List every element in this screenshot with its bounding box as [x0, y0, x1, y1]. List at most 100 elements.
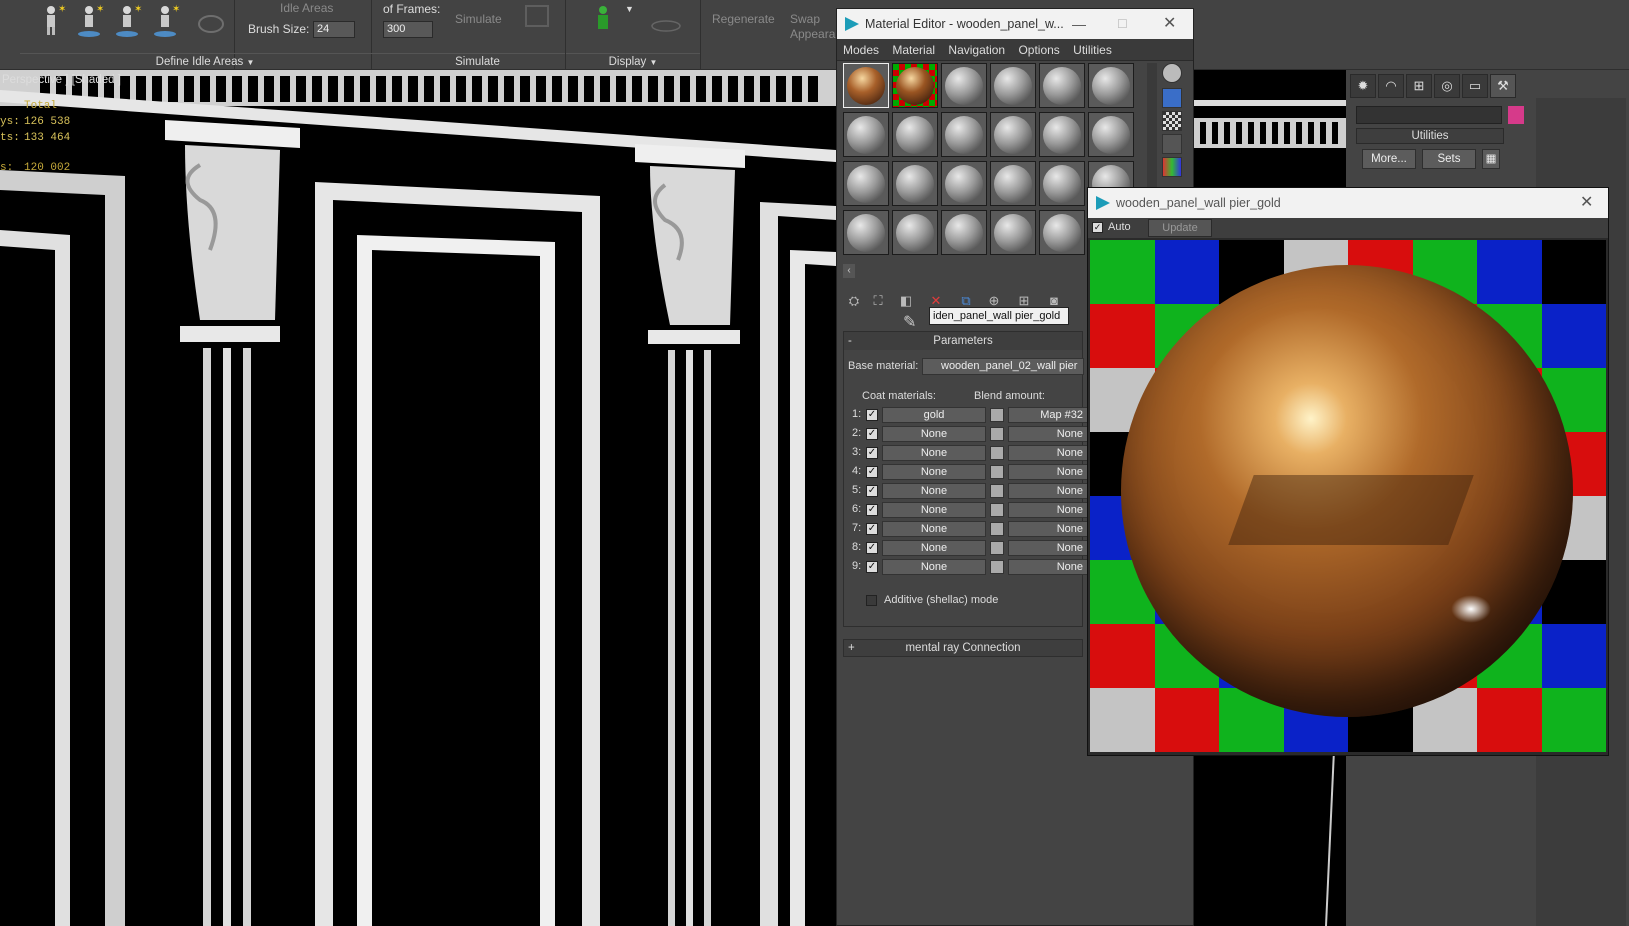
coat-material-button[interactable]: gold: [882, 407, 986, 423]
populate-figure-icon[interactable]: ✶: [38, 2, 68, 38]
sample-slot[interactable]: [1039, 161, 1085, 206]
sample-slot[interactable]: [990, 161, 1036, 206]
display-tab-icon[interactable]: ▭: [1462, 74, 1488, 98]
coat-material-button[interactable]: None: [882, 521, 986, 537]
display-dropdown-icon[interactable]: ▼: [625, 4, 634, 14]
blend-map-button[interactable]: None: [1008, 540, 1088, 556]
more-button[interactable]: More...: [1362, 149, 1416, 169]
coat-material-button[interactable]: None: [882, 540, 986, 556]
blend-color-swatch[interactable]: [990, 465, 1004, 479]
update-button[interactable]: Update: [1148, 219, 1212, 237]
sample-slot[interactable]: [941, 112, 987, 157]
swap-appearance-button[interactable]: Swap Appeara: [790, 12, 835, 42]
menu-options[interactable]: Options: [1018, 39, 1059, 61]
menu-utilities[interactable]: Utilities: [1073, 39, 1112, 61]
coat-material-button[interactable]: None: [882, 464, 986, 480]
base-material-button[interactable]: wooden_panel_02_wall pier: [922, 358, 1084, 375]
sample-slot[interactable]: [892, 210, 938, 255]
blend-color-swatch[interactable]: [990, 484, 1004, 498]
command-name-field[interactable]: [1356, 106, 1502, 124]
populate-figure-walk-icon[interactable]: ✶: [76, 2, 106, 38]
populate-figure-run-icon[interactable]: ✶: [114, 2, 144, 38]
coat-enable-checkbox[interactable]: ✓: [866, 504, 878, 516]
motion-tab-icon[interactable]: ◎: [1434, 74, 1460, 98]
sample-slot[interactable]: [1039, 112, 1085, 157]
populate-figure-idle-icon[interactable]: ✶: [152, 2, 182, 38]
sample-slot[interactable]: [990, 63, 1036, 108]
material-editor-titlebar[interactable]: Material Editor - wooden_panel_w... — ☐ …: [837, 9, 1193, 39]
blend-color-swatch[interactable]: [990, 408, 1004, 422]
coat-material-button[interactable]: None: [882, 445, 986, 461]
coat-enable-checkbox[interactable]: ✓: [866, 523, 878, 535]
display-figure-icon[interactable]: [590, 2, 620, 38]
hierarchy-tab-icon[interactable]: ⊞: [1406, 74, 1432, 98]
sample-slot[interactable]: [843, 161, 889, 206]
blend-color-swatch[interactable]: [990, 427, 1004, 441]
section-define-idle-areas[interactable]: Define Idle Areas ▼: [20, 53, 390, 69]
preview-titlebar[interactable]: wooden_panel_wall pier_gold ✕: [1088, 188, 1608, 218]
parameters-rollout-header[interactable]: - Parameters: [844, 332, 1082, 350]
section-display[interactable]: Display ▼: [566, 53, 700, 69]
sample-slot[interactable]: [941, 63, 987, 108]
coat-material-button[interactable]: None: [882, 502, 986, 518]
frames-stepper[interactable]: 300: [383, 21, 433, 38]
close-icon[interactable]: ✕: [1580, 188, 1593, 218]
configure-sets-icon[interactable]: ▦: [1482, 149, 1500, 169]
blend-map-button[interactable]: None: [1008, 559, 1088, 575]
backlight-icon[interactable]: [1162, 88, 1182, 108]
menu-modes[interactable]: Modes: [843, 39, 879, 61]
utilities-rollout[interactable]: Utilities: [1356, 128, 1504, 144]
uv-tiling-icon[interactable]: [1162, 134, 1182, 154]
perspective-viewport[interactable]: Perspective ] [Shaded ] Total ys: 126 53…: [0, 70, 836, 926]
eyedropper-icon[interactable]: ✎: [903, 312, 916, 332]
blend-map-button[interactable]: None: [1008, 483, 1088, 499]
blend-map-button[interactable]: None: [1008, 502, 1088, 518]
menu-navigation[interactable]: Navigation: [948, 39, 1005, 61]
video-color-check-icon[interactable]: [1162, 157, 1182, 177]
coat-enable-checkbox[interactable]: ✓: [866, 466, 878, 478]
menu-material[interactable]: Material: [892, 39, 935, 61]
coat-material-button[interactable]: None: [882, 559, 986, 575]
object-color-swatch[interactable]: [1508, 106, 1524, 124]
coat-enable-checkbox[interactable]: ✓: [866, 542, 878, 554]
coat-material-button[interactable]: None: [882, 426, 986, 442]
material-name-field[interactable]: iden_panel_wall pier_gold: [929, 307, 1069, 325]
create-tab-icon[interactable]: ✹: [1350, 74, 1376, 98]
sets-button[interactable]: Sets: [1422, 149, 1476, 169]
minimize-icon[interactable]: —: [1072, 9, 1086, 39]
mental-ray-rollout[interactable]: + mental ray Connection: [843, 639, 1083, 657]
sample-type-sphere-icon[interactable]: [1162, 63, 1182, 83]
put-to-scene-icon[interactable]: ⛶: [867, 291, 889, 311]
sample-slot-active[interactable]: [892, 63, 938, 108]
sample-slot[interactable]: [1039, 210, 1085, 255]
blend-map-button[interactable]: None: [1008, 464, 1088, 480]
sample-slot[interactable]: [892, 161, 938, 206]
sample-slot[interactable]: [990, 210, 1036, 255]
coat-enable-checkbox[interactable]: ✓: [866, 485, 878, 497]
sample-slot[interactable]: [843, 63, 889, 108]
coat-material-button[interactable]: None: [882, 483, 986, 499]
assign-to-selection-icon[interactable]: ◧: [895, 291, 917, 311]
blend-map-button[interactable]: None: [1008, 426, 1088, 442]
sample-slot[interactable]: [1088, 63, 1134, 108]
sample-slot[interactable]: [941, 210, 987, 255]
coat-enable-checkbox[interactable]: ✓: [866, 561, 878, 573]
blend-color-swatch[interactable]: [990, 522, 1004, 536]
blend-color-swatch[interactable]: [990, 560, 1004, 574]
blend-color-swatch[interactable]: [990, 503, 1004, 517]
viewport-label[interactable]: Perspective ] [Shaded ]: [2, 74, 121, 86]
sample-slot[interactable]: [843, 210, 889, 255]
coat-enable-checkbox[interactable]: ✓: [866, 409, 878, 421]
idle-area-shape-icon[interactable]: [196, 2, 226, 38]
background-checker-icon[interactable]: [1162, 111, 1182, 131]
utilities-tab-icon[interactable]: ⚒: [1490, 74, 1516, 98]
sample-slot[interactable]: [843, 112, 889, 157]
brush-size-stepper[interactable]: 24: [313, 21, 355, 38]
blend-map-button[interactable]: None: [1008, 521, 1088, 537]
sample-slot[interactable]: [1039, 63, 1085, 108]
auto-checkbox[interactable]: ✓: [1092, 222, 1103, 233]
blend-color-swatch[interactable]: [990, 446, 1004, 460]
additive-mode-checkbox[interactable]: [866, 595, 877, 606]
blend-map-button[interactable]: Map #32: [1008, 407, 1088, 423]
close-icon[interactable]: ✕: [1163, 9, 1176, 39]
